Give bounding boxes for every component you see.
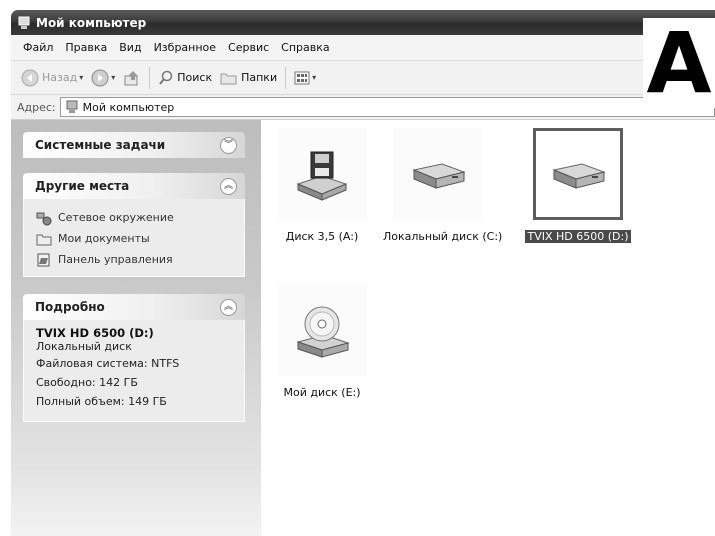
system-tasks-panel: Системные задачи ︾ (23, 132, 245, 158)
address-value: Мой компьютер (82, 100, 175, 114)
back-dropdown-icon[interactable]: ▾ (79, 73, 83, 82)
toolbar-separator (285, 66, 287, 89)
forward-arrow-icon (91, 69, 109, 86)
drive-item-e[interactable]: Мой диск (E:) (267, 280, 377, 399)
drive-item-c[interactable]: Локальный диск (C:) (383, 124, 503, 243)
other-places-panel: Другие места ︽ Сетевое окружение Мои док… (23, 173, 245, 277)
link-network-label: Сетевое окружение (58, 211, 174, 224)
back-label: Назад (42, 71, 78, 84)
control-panel-icon (37, 253, 50, 266)
menu-file[interactable]: Файл (17, 39, 59, 56)
task-pane: Системные задачи ︾ Другие места ︽ Сетево… (11, 120, 261, 536)
details-panel: Подробно ︽ TVIX HD 6500 (D:) Локальный д… (23, 294, 245, 422)
window-title: Мой компьютер (36, 15, 147, 30)
system-tasks-header[interactable]: Системные задачи ︾ (23, 132, 245, 158)
search-icon (159, 70, 173, 85)
other-places-body: Сетевое окружение Мои документы Панель у… (23, 199, 245, 277)
collapse-chevron-icon[interactable]: ︽ (220, 177, 237, 195)
floppy-drive-icon (296, 151, 348, 201)
details-title: Подробно (35, 300, 105, 314)
menu-view[interactable]: Вид (113, 39, 147, 56)
drive-label: Мой диск (E:) (283, 386, 361, 399)
link-control-panel-label: Панель управления (58, 253, 173, 266)
toolbar: Назад ▾ ▾ Поиск Папки ▾ (11, 61, 715, 95)
my-computer-icon (18, 16, 30, 29)
file-view: Диск 3,5 (A:) Локальный диск (C:) TVIX H… (261, 120, 715, 536)
folders-icon (220, 73, 237, 84)
details-body: TVIX HD 6500 (D:) Локальный диск Файлова… (23, 320, 245, 422)
back-arrow-icon (21, 69, 39, 86)
other-places-header[interactable]: Другие места ︽ (23, 173, 245, 199)
details-filesystem: Файловая система: NTFS (36, 357, 180, 370)
views-button[interactable]: ▾ (290, 66, 320, 90)
forward-button[interactable]: ▾ (87, 66, 119, 90)
title-bar: Мой компьютер (11, 10, 715, 35)
address-label: Адрес: (17, 100, 56, 114)
menu-bar: Файл Правка Вид Избранное Сервис Справка (11, 35, 715, 61)
search-label: Поиск (177, 71, 213, 84)
drive-item-d[interactable]: TVIX HD 6500 (D:) (523, 124, 633, 243)
views-dropdown-icon[interactable]: ▾ (312, 73, 316, 82)
menu-help[interactable]: Справка (275, 39, 335, 56)
views-icon (294, 71, 310, 84)
system-tasks-title: Системные задачи (35, 138, 166, 152)
drive-label: Локальный диск (C:) (383, 230, 503, 243)
details-drive-name: TVIX HD 6500 (D:) (36, 326, 154, 340)
folders-button[interactable]: Папки (216, 66, 281, 90)
hard-drive-icon (412, 163, 466, 189)
hard-drive-icon (552, 163, 606, 189)
details-drive-type: Локальный диск (36, 340, 132, 353)
menu-tools[interactable]: Сервис (222, 39, 275, 56)
address-field[interactable]: Мой компьютер (59, 97, 715, 117)
address-bar: Адрес: Мой компьютер (11, 95, 715, 120)
menu-edit[interactable]: Правка (59, 39, 113, 56)
menu-favorites[interactable]: Избранное (148, 39, 222, 56)
link-control-panel[interactable]: Панель управления (36, 249, 232, 270)
forward-dropdown-icon[interactable]: ▾ (111, 73, 115, 82)
details-free-space: Свободно: 142 ГБ (36, 376, 138, 389)
up-folder-icon (124, 70, 139, 85)
collapse-chevron-icon[interactable]: ︽ (220, 298, 237, 316)
link-network[interactable]: Сетевое окружение (36, 207, 232, 228)
other-places-title: Другие места (35, 179, 130, 193)
folder-icon (36, 234, 52, 245)
network-icon (36, 212, 52, 225)
details-total-size: Полный объем: 149 ГБ (36, 395, 167, 408)
details-header[interactable]: Подробно ︽ (23, 294, 245, 320)
search-button[interactable]: Поиск (154, 66, 216, 90)
up-folder-button[interactable] (119, 66, 145, 90)
my-computer-icon (66, 100, 78, 113)
link-my-documents-label: Мои документы (58, 232, 150, 245)
drive-label: Диск 3,5 (A:) (285, 230, 359, 243)
drive-label: TVIX HD 6500 (D:) (525, 230, 631, 243)
expand-chevron-icon[interactable]: ︾ (220, 136, 237, 154)
folders-label: Папки (241, 71, 278, 84)
back-button[interactable]: Назад ▾ (17, 66, 87, 90)
cd-drive-icon (296, 306, 350, 358)
toolbar-separator (149, 66, 151, 89)
drive-item-a[interactable]: Диск 3,5 (A:) (267, 124, 377, 243)
link-my-documents[interactable]: Мои документы (36, 228, 232, 249)
corner-letter: A (643, 18, 715, 108)
